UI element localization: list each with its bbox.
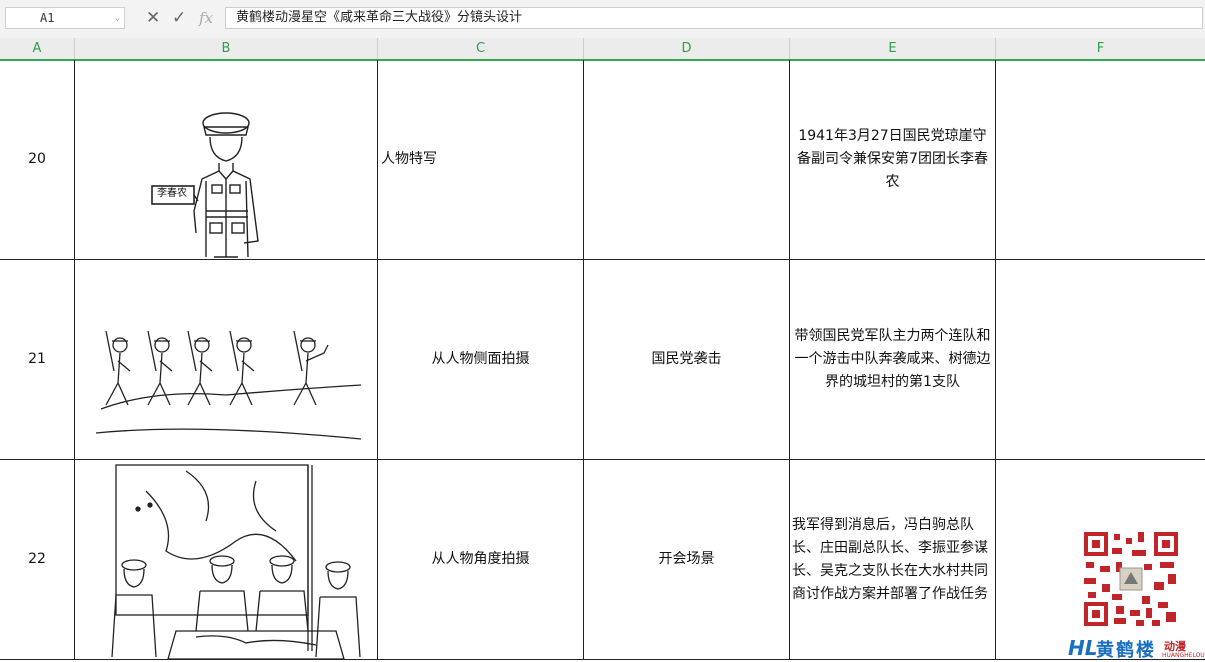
sketch-cell[interactable] xyxy=(75,260,378,459)
logo-mark-icon: HL xyxy=(1068,636,1098,660)
notes-cell[interactable] xyxy=(996,60,1205,259)
shot-cell[interactable]: 人物特写 xyxy=(378,60,584,259)
notes-cell[interactable] xyxy=(996,260,1205,459)
row-number-cell[interactable]: 22 xyxy=(0,460,75,659)
description-cell[interactable]: 我军得到消息后，冯白驹总队长、庄田副总队长、李振亚参谋长、吴克之支队长在大水村共… xyxy=(790,460,996,659)
name-box[interactable]: A1 ⌄ xyxy=(5,7,125,29)
row-number-cell[interactable]: 20 xyxy=(0,60,75,259)
marching-soldiers-sketch xyxy=(95,330,362,440)
close-icon[interactable]: ✕ xyxy=(146,7,160,29)
table-row: 21 从人物侧面拍摄 国民党袭击 带领国民党军队主力两个连队和一个游击中队奔袭咸… xyxy=(0,260,1205,460)
scene-cell[interactable] xyxy=(584,60,790,259)
scene-cell[interactable]: 开会场景 xyxy=(584,460,790,659)
table-row: 22 从人物角度拍摄 开会场景 我军得到消息后，冯白驹总队长、庄田副总队长、李振… xyxy=(0,460,1205,660)
column-header-d[interactable]: D xyxy=(584,38,790,59)
formula-input[interactable]: 黄鹤楼动漫星空《咸来革命三大战役》分镜头设计 xyxy=(225,7,1203,29)
watermark-logo: HL 黄鹤楼 动漫 HUANGHELOU xyxy=(1064,634,1205,662)
scene-cell[interactable]: 国民党袭击 xyxy=(584,260,790,459)
shot-cell[interactable]: 从人物侧面拍摄 xyxy=(378,260,584,459)
logo-text: 黄鹤楼 xyxy=(1096,640,1156,661)
description-cell[interactable]: 带领国民党军队主力两个连队和一个游击中队奔袭咸来、树德边界的城坦村的第1支队 xyxy=(790,260,996,459)
column-header-f[interactable]: F xyxy=(996,38,1205,59)
column-header-e[interactable]: E xyxy=(790,38,996,59)
row-number-cell[interactable]: 21 xyxy=(0,260,75,459)
description-cell[interactable]: 1941年3月27日国民党琼崖守备副司令兼保安第7团团长李春农 xyxy=(790,60,996,259)
sheet-grid: 20 李春农 人物特写 1941年3月27日国民党琼崖守备副司令兼保安第7团团长… xyxy=(0,60,1205,662)
column-header-row: A B C D E F xyxy=(0,38,1205,61)
table-row: 20 李春农 人物特写 1941年3月27日国民党琼崖守备副司令兼保安第7团团长… xyxy=(0,60,1205,260)
column-header-a[interactable]: A xyxy=(0,38,75,59)
column-header-c[interactable]: C xyxy=(378,38,584,59)
formula-bar: A1 ⌄ ✕ ✓ fx 黄鹤楼动漫星空《咸来革命三大战役》分镜头设计 xyxy=(0,0,1205,39)
qr-code-icon xyxy=(1082,530,1180,628)
fx-button[interactable]: fx xyxy=(199,7,213,29)
chevron-down-icon[interactable]: ⌄ xyxy=(115,8,120,28)
officer-portrait-sketch xyxy=(151,111,259,258)
meeting-map-sketch xyxy=(111,463,361,659)
sketch-cell[interactable] xyxy=(75,460,378,659)
column-header-b[interactable]: B xyxy=(75,38,378,59)
shot-cell[interactable]: 从人物角度拍摄 xyxy=(378,460,584,659)
check-icon[interactable]: ✓ xyxy=(172,7,186,29)
logo-sub: HUANGHELOU xyxy=(1162,652,1205,659)
name-sign: 李春农 xyxy=(157,188,187,199)
sketch-cell[interactable]: 李春农 xyxy=(75,60,378,259)
